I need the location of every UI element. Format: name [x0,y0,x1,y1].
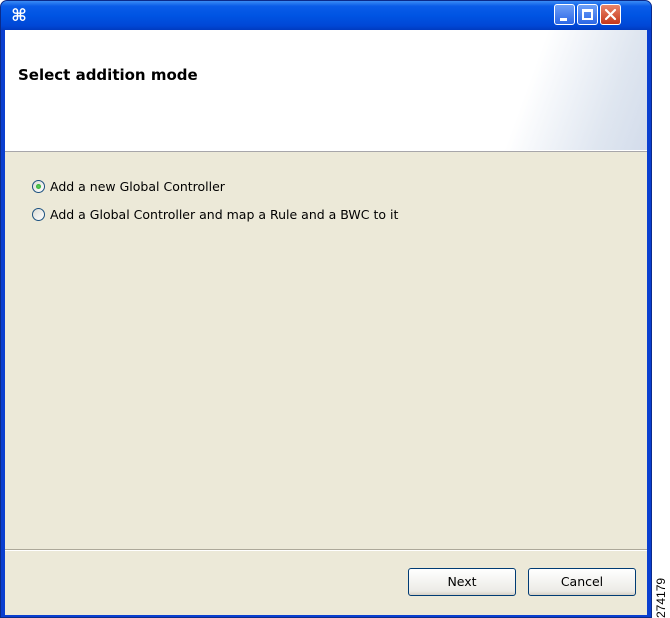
application-icon: ⌘ [11,6,27,26]
page-title: Select addition mode [18,66,198,84]
addition-mode-options: Add a new Global Controller Add a Global… [28,172,398,228]
radio-add-and-map-rule-bwc[interactable] [32,207,45,221]
radio-add-new-global-controller[interactable] [32,179,45,193]
next-button[interactable]: Next [408,568,516,596]
dialog-client-area: Select addition mode Add a new Global Co… [5,30,647,615]
cancel-button[interactable]: Cancel [528,568,636,596]
header-decoration [487,30,647,150]
figure-number: 274179 [654,577,668,618]
button-bar-separator [5,549,647,551]
option-add-new-global-controller[interactable]: Add a new Global Controller [28,172,398,200]
maximize-button[interactable] [577,4,598,25]
dialog-window: ⌘ Select addition mode Add a new Global … [0,0,652,618]
minimize-button[interactable] [554,4,575,25]
option-label: Add a new Global Controller [50,178,225,194]
option-add-and-map-rule-bwc[interactable]: Add a Global Controller and map a Rule a… [28,200,398,228]
close-button[interactable] [600,4,621,25]
close-icon [604,8,617,21]
title-bar[interactable]: ⌘ [1,1,651,30]
option-label: Add a Global Controller and map a Rule a… [50,206,399,222]
wizard-header: Select addition mode [5,30,647,152]
